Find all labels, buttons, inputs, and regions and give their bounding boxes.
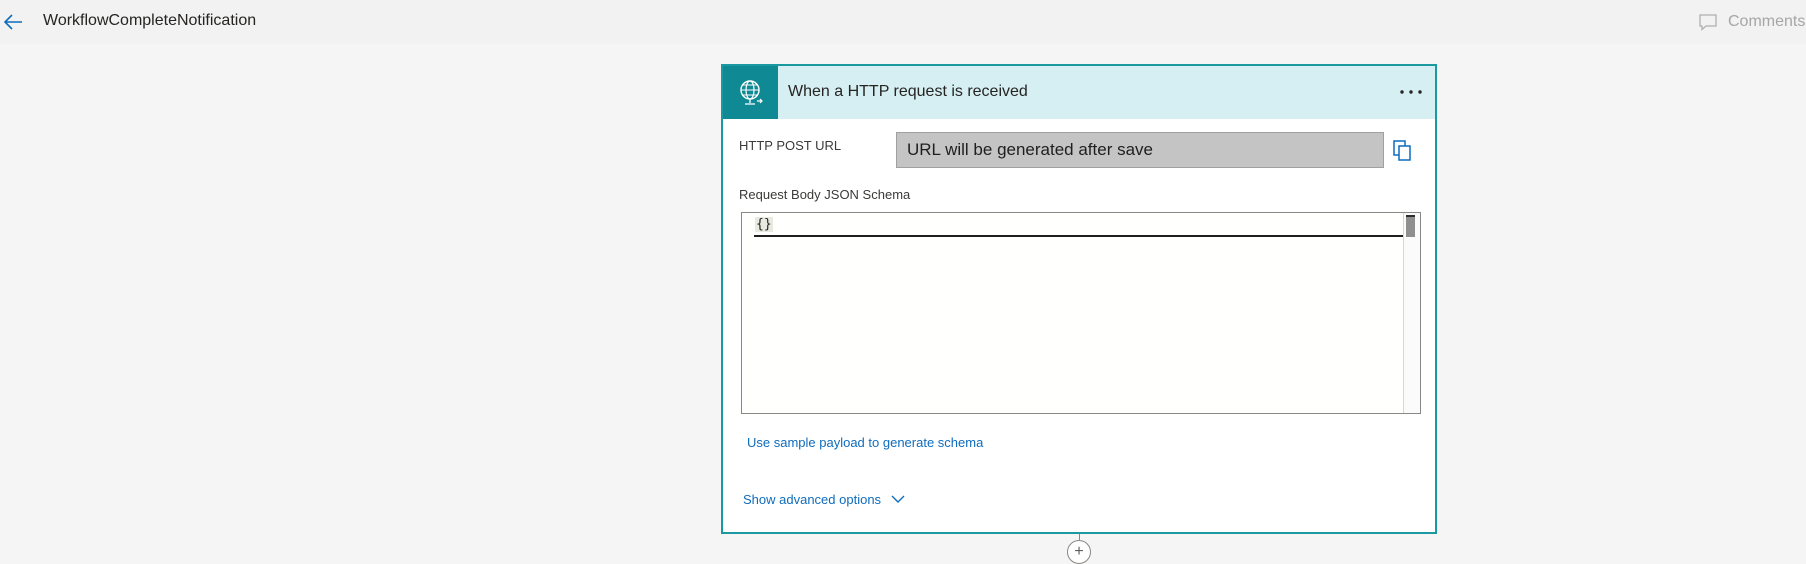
more-options-icon[interactable] <box>1396 80 1426 104</box>
http-post-url-label: HTTP POST URL <box>739 138 842 153</box>
show-advanced-options-button[interactable]: Show advanced options <box>743 492 905 507</box>
back-arrow-icon[interactable] <box>2 10 26 34</box>
globe-request-icon <box>723 66 778 119</box>
comments-button[interactable]: Comments <box>1698 10 1805 34</box>
comments-label: Comments <box>1728 13 1806 30</box>
top-bar: WorkflowCompleteNotification Comments <box>0 0 1806 44</box>
schema-editor[interactable]: {} <box>741 212 1421 414</box>
advanced-options-label: Show advanced options <box>743 492 882 507</box>
schema-label: Request Body JSON Schema <box>739 187 911 202</box>
editor-current-line: {} <box>754 215 1408 237</box>
http-post-url-field: URL will be generated after save <box>896 132 1384 168</box>
chevron-down-icon <box>891 495 905 503</box>
editor-scrollbar[interactable] <box>1403 213 1420 413</box>
comment-icon <box>1699 14 1717 31</box>
sample-payload-link[interactable]: Use sample payload to generate schema <box>747 435 983 450</box>
schema-text: {} <box>755 217 773 232</box>
copy-icon[interactable] <box>1391 138 1415 162</box>
scrollbar-thumb[interactable] <box>1406 215 1415 237</box>
trigger-card: When a HTTP request is received HTTP POS… <box>721 64 1437 534</box>
flow-title: WorkflowCompleteNotification <box>43 12 257 29</box>
trigger-card-header[interactable]: When a HTTP request is received <box>723 66 1435 119</box>
add-step-button[interactable]: + <box>1067 540 1091 564</box>
trigger-title: When a HTTP request is received <box>788 83 1028 100</box>
